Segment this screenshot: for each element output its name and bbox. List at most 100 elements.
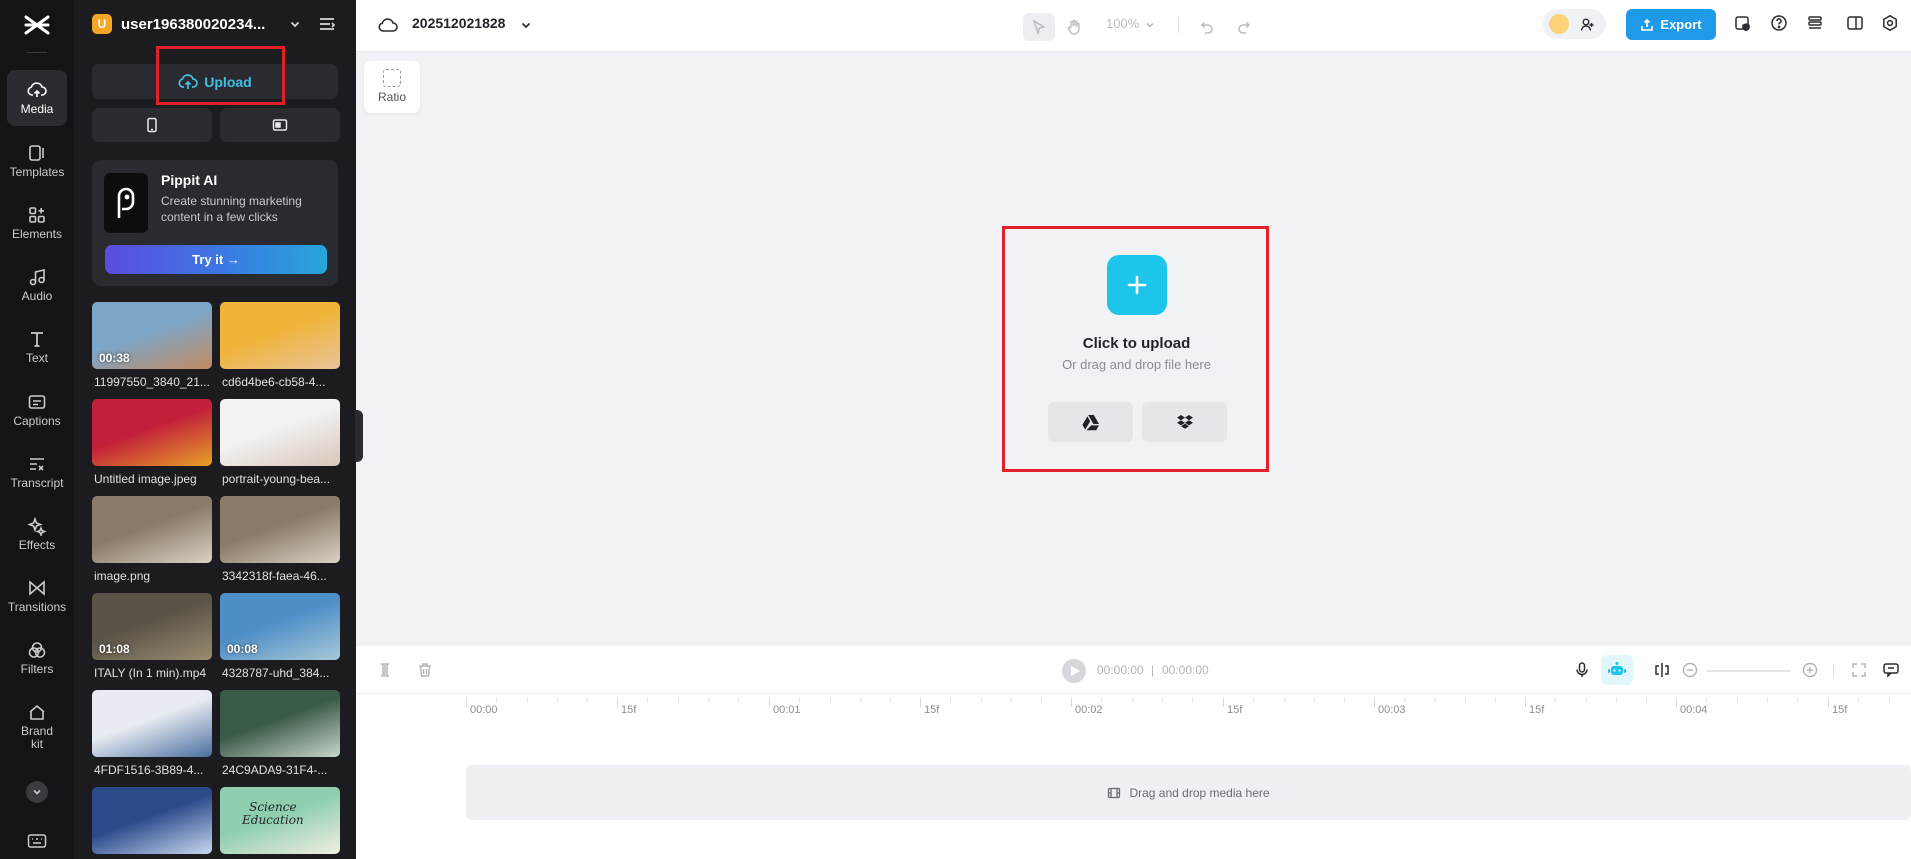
media-thumbnail[interactable] — [92, 690, 212, 757]
media-panel: U user196380020234... Upload Pippit AI C… — [74, 0, 356, 859]
fullscreen-icon[interactable] — [1850, 661, 1868, 679]
media-thumbnail[interactable] — [220, 399, 340, 466]
ruler-minor-tick — [1344, 698, 1345, 702]
export-button[interactable]: Export — [1626, 9, 1716, 40]
chevron-down-icon[interactable] — [1145, 20, 1155, 30]
review-shield-icon[interactable] — [1734, 14, 1754, 34]
try-it-button[interactable]: Try it → — [105, 245, 327, 274]
media-thumbnail[interactable]: Science Education — [220, 787, 340, 854]
ai-assist-toggle[interactable] — [1601, 655, 1633, 685]
redo-button[interactable] — [1229, 13, 1261, 41]
timeline-ruler[interactable]: 00:00 15f 00:01 15f 00:02 15f 00:03 15f 00:04 15f — [466, 698, 1911, 724]
zoom-in-icon[interactable] — [1801, 661, 1819, 679]
settings-gear-icon[interactable] — [1881, 14, 1901, 34]
record-screen-button[interactable] — [220, 108, 340, 142]
ratio-button[interactable]: Ratio — [364, 61, 420, 113]
media-thumbnail[interactable] — [92, 496, 212, 563]
ruler-minor-tick — [1041, 698, 1042, 702]
split-screen-icon[interactable] — [1653, 661, 1671, 679]
sparkle-icon — [7, 516, 67, 536]
film-strip-icon — [1108, 787, 1121, 798]
rail-item-templates[interactable]: Templates — [7, 133, 67, 189]
collapse-panel-handle[interactable] — [355, 410, 363, 462]
zoom-level[interactable]: 100% — [1106, 16, 1139, 31]
capcut-logo[interactable] — [22, 12, 52, 38]
timeline-drop-track[interactable]: Drag and drop media here — [466, 765, 1911, 820]
ruler-minor-tick — [1435, 698, 1436, 702]
click-to-upload-button[interactable] — [1107, 255, 1167, 315]
ruler-major-tick — [1525, 698, 1526, 707]
ruler-major-tick — [466, 698, 467, 707]
ruler-minor-tick — [738, 698, 739, 702]
timeline-zoom-slider[interactable] — [1707, 670, 1791, 672]
media-thumbnail[interactable] — [220, 690, 340, 757]
ai-robot-icon — [1608, 662, 1626, 675]
toolbar-divider — [1178, 17, 1179, 33]
chevron-down-icon[interactable] — [520, 19, 532, 31]
play-icon — [1071, 666, 1080, 676]
help-icon[interactable] — [1770, 14, 1790, 34]
media-filename: cd6d4be6-cb58-4... — [222, 375, 326, 389]
upload-from-phone-button[interactable] — [92, 108, 212, 142]
ruler-tick-label: 00:00 — [470, 704, 498, 716]
current-timecode: 00:00:00 — [1097, 663, 1144, 677]
rail-item-label: Text — [25, 351, 48, 365]
account-switcher[interactable]: U user196380020234... — [92, 12, 301, 36]
media-thumbnail[interactable] — [92, 399, 212, 466]
cloud-sync-icon[interactable] — [378, 16, 398, 34]
rail-item-transitions[interactable]: Transitions — [7, 568, 67, 624]
zoom-out-icon[interactable] — [1681, 661, 1699, 679]
ruler-tick-label: 00:04 — [1680, 704, 1708, 716]
media-thumbnail[interactable] — [220, 496, 340, 563]
ruler-minor-tick — [1889, 698, 1890, 702]
upload-drop-zone[interactable]: Click to upload Or drag and drop file he… — [1005, 228, 1268, 470]
hand-tool-button[interactable] — [1058, 13, 1090, 41]
ruler-minor-tick — [496, 698, 497, 702]
select-tool-button[interactable] — [1023, 13, 1055, 41]
ruler-minor-tick — [1314, 698, 1315, 702]
media-thumbnail[interactable] — [92, 787, 212, 854]
media-thumbnail[interactable]: 00:08 — [220, 593, 340, 660]
microphone-icon[interactable] — [1573, 661, 1591, 679]
redo-icon — [1238, 21, 1251, 34]
play-button[interactable] — [1062, 659, 1086, 683]
media-thumbnail[interactable]: 01:08 — [92, 593, 212, 660]
ruler-tick-label: 15f — [1529, 704, 1545, 716]
keyboard-shortcuts-icon[interactable] — [27, 833, 47, 849]
rail-item-effects[interactable]: Effects — [7, 506, 67, 562]
ruler-minor-tick — [1162, 698, 1163, 702]
rail-item-elements[interactable]: Elements — [7, 195, 67, 251]
upload-title: Click to upload — [1082, 335, 1191, 352]
delete-trash-icon[interactable] — [416, 661, 434, 679]
split-layout-icon[interactable] — [1846, 14, 1866, 34]
google-drive-button[interactable] — [1048, 402, 1133, 442]
rail-item-media[interactable]: Media — [7, 70, 67, 126]
media-thumbnail[interactable] — [220, 302, 340, 369]
rail-item-text[interactable]: Text — [7, 319, 67, 375]
upload-button[interactable]: Upload — [92, 64, 338, 99]
rail-item-label: Captions — [13, 414, 61, 428]
rail-item-audio[interactable]: Audio — [7, 257, 67, 313]
ratio-label: Ratio — [377, 90, 406, 104]
split-clip-icon[interactable] — [376, 661, 394, 679]
rail-expand-chevron-icon[interactable] — [26, 781, 48, 803]
dropbox-button[interactable] — [1142, 402, 1227, 442]
feedback-comment-icon[interactable] — [1882, 661, 1900, 679]
layers-stack-icon[interactable] — [1806, 14, 1826, 34]
collaborators-button[interactable] — [1542, 9, 1606, 39]
panel-menu-icon[interactable] — [318, 16, 336, 32]
rail-item-transcript[interactable]: Transcript — [7, 444, 67, 500]
rail-item-brand-kit[interactable]: Brand kit — [7, 692, 67, 756]
cloud-upload-icon — [7, 80, 67, 100]
ruler-minor-tick — [1586, 698, 1587, 702]
project-name[interactable]: 202512021828 — [412, 15, 505, 31]
rail-item-filters[interactable]: Filters — [7, 630, 67, 686]
media-thumbnail[interactable]: 00:38 — [92, 302, 212, 369]
screen-record-icon — [272, 119, 288, 131]
undo-button[interactable] — [1190, 13, 1222, 41]
hand-icon — [1067, 19, 1080, 35]
media-filename: 4FDF1516-3B89-4... — [94, 763, 204, 777]
rail-item-captions[interactable]: Captions — [7, 382, 67, 438]
rail-item-label: Brand kit — [20, 724, 54, 751]
media-filename: 24C9ADA9-31F4-... — [222, 763, 328, 777]
